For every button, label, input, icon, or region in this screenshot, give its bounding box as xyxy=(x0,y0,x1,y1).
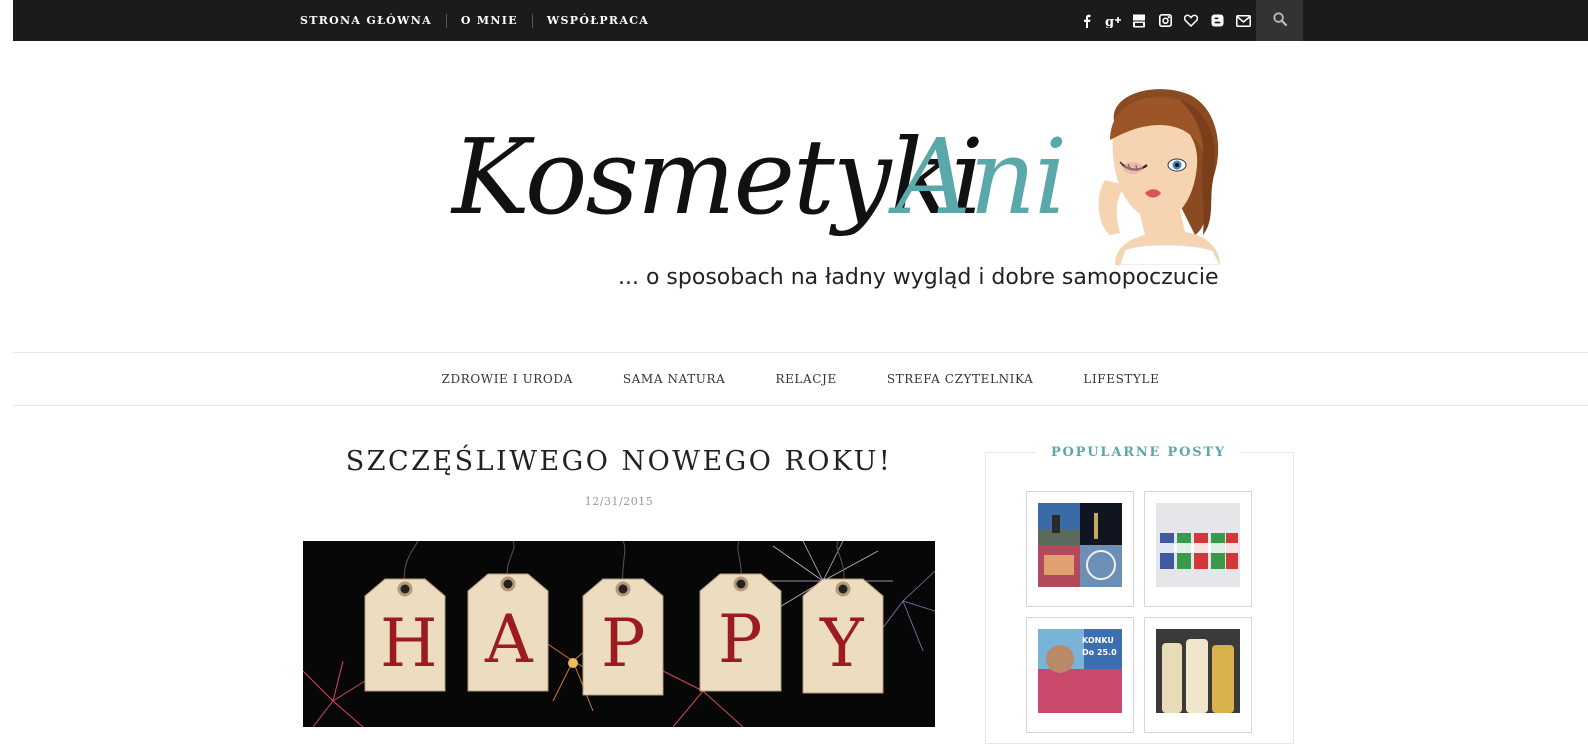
top-nav-cooperation[interactable]: WSPÓŁPRACA xyxy=(531,13,663,28)
logo-text-accent: Ani xyxy=(896,116,1067,238)
thumb-contest-text: KONKU Do 25.0 xyxy=(1082,636,1117,657)
popular-post-thumb[interactable] xyxy=(1026,491,1134,607)
post-featured-image[interactable]: H A P P Y xyxy=(303,541,935,727)
tag-letter-a: A xyxy=(485,601,533,678)
thumb-image-city-collage xyxy=(1038,503,1122,587)
post-title[interactable]: SZCZĘŚLIWEGO NOWEGO ROKU! xyxy=(303,446,935,477)
popular-post-thumb[interactable] xyxy=(1144,491,1252,607)
category-zdrowie-i-uroda[interactable]: ZDROWIE I URODA xyxy=(442,372,573,386)
post-date: 12/31/2015 xyxy=(584,495,654,508)
top-bar: STRONA GŁÓWNA O MNIE WSPÓŁPRACA g xyxy=(13,0,1588,41)
social-icons: g xyxy=(1079,0,1251,41)
category-nav: ZDROWIE I URODA SAMA NATURA RELACJE STRE… xyxy=(13,352,1588,406)
bloglovin-heart-icon[interactable] xyxy=(1183,13,1199,29)
top-nav: STRONA GŁÓWNA O MNIE WSPÓŁPRACA xyxy=(286,0,663,41)
thumb-image-bottles xyxy=(1156,629,1240,713)
tag-letter-h: H xyxy=(380,605,438,682)
search-button[interactable] xyxy=(1256,0,1303,41)
site-tagline: ... o sposobach na ładny wygląd i dobre … xyxy=(618,265,1219,290)
tag-letter-p1: P xyxy=(601,605,646,682)
category-relacje[interactable]: RELACJE xyxy=(775,372,836,386)
svg-text:g: g xyxy=(1105,15,1114,28)
cartoon-girl-illustration xyxy=(1098,89,1221,265)
email-icon[interactable] xyxy=(1235,13,1251,29)
tag-letter-p2: P xyxy=(718,601,763,678)
tag-letter-y: Y xyxy=(820,605,864,682)
facebook-icon[interactable] xyxy=(1079,13,1095,29)
search-icon xyxy=(1272,11,1287,30)
category-strefa-czytelnika[interactable]: STREFA CZYTELNIKA xyxy=(887,372,1034,386)
category-sama-natura[interactable]: SAMA NATURA xyxy=(623,372,726,386)
youtube-icon[interactable] xyxy=(1131,13,1147,29)
widget-title: POPULARNE POSTY xyxy=(1036,443,1241,463)
category-lifestyle[interactable]: LIFESTYLE xyxy=(1083,372,1159,386)
thumb-image-contest: KONKU Do 25.0 xyxy=(1038,629,1122,713)
blogger-icon[interactable] xyxy=(1209,13,1225,29)
popular-post-thumb[interactable] xyxy=(1144,617,1252,733)
thumb-image-creams xyxy=(1156,503,1240,587)
top-nav-home[interactable]: STRONA GŁÓWNA xyxy=(286,14,446,28)
top-nav-about[interactable]: O MNIE xyxy=(445,13,532,28)
popular-post-thumb[interactable]: KONKU Do 25.0 xyxy=(1026,617,1134,733)
site-logo[interactable]: Kosmetyki Ani ... o sposobach na ładny w… xyxy=(440,75,1240,315)
google-plus-icon[interactable]: g xyxy=(1105,13,1121,29)
instagram-icon[interactable] xyxy=(1157,13,1173,29)
